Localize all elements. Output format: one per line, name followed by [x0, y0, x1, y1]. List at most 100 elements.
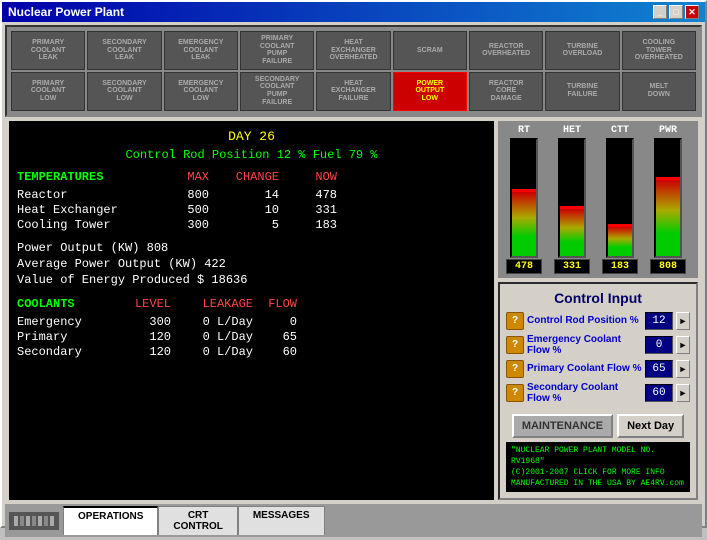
alert-btn-7[interactable]: TURBINE OVERLOAD: [545, 31, 619, 70]
alert-btn-10[interactable]: SECONDARY COOLANT LOW: [87, 72, 161, 111]
coolant-name-1: Primary: [17, 330, 127, 344]
control-label-2: Primary Coolant Flow %: [527, 363, 642, 374]
tab-btn-0[interactable]: OPERATIONS: [63, 506, 158, 535]
temp-change-2: 5: [217, 218, 287, 232]
col-flow-header: FLOW: [257, 297, 297, 313]
maximize-button[interactable]: □: [669, 5, 683, 19]
coolant-name-0: Emergency: [17, 315, 127, 329]
help-btn-1[interactable]: ?: [506, 336, 524, 354]
alert-btn-14[interactable]: POWER OUTPUT LOW: [393, 72, 467, 111]
control-row-0: ? Control Rod Position % ►: [506, 312, 690, 330]
coolant-leak-0: 0 L/Day: [177, 315, 257, 329]
footer-info: "NUCLEAR POWER PLANT MODEL NO. RV1968" (…: [506, 442, 690, 493]
control-input-1[interactable]: [645, 336, 673, 354]
coolant-row-2: Secondary 120 0 L/Day 60: [17, 345, 486, 359]
alert-btn-13[interactable]: HEAT EXCHANGER FAILURE: [316, 72, 390, 111]
help-btn-0[interactable]: ?: [506, 312, 524, 330]
gauge-bar-3: [654, 138, 682, 258]
footer-line3: MANUFACTURED IN THE USA BY AE4RV.com: [511, 478, 685, 489]
alert-btn-12[interactable]: SECONDARY COOLANT PUMP FAILURE: [240, 72, 314, 111]
temp-change-0: 14: [217, 188, 287, 202]
alert-btn-1[interactable]: SECONDARY COOLANT LEAK: [87, 31, 161, 70]
coolant-name-2: Secondary: [17, 345, 127, 359]
coolant-level-2: 120: [127, 345, 177, 359]
close-button[interactable]: ✕: [685, 5, 699, 19]
gauge-bar-2: [606, 138, 634, 258]
control-input-3[interactable]: [645, 384, 673, 402]
day-display: DAY 26: [17, 129, 486, 144]
title-bar: Nuclear Power Plant _ □ ✕: [2, 2, 705, 22]
control-arrow-3[interactable]: ►: [676, 384, 690, 402]
control-arrow-2[interactable]: ►: [676, 360, 690, 378]
gauge-label-2: CTT: [611, 125, 629, 136]
col-change-header: CHANGE: [217, 170, 287, 186]
action-buttons: MAINTENANCE Next Day: [506, 408, 690, 438]
window-controls: _ □ ✕: [653, 5, 699, 19]
alert-btn-2[interactable]: EMERGENCY COOLANT LEAK: [164, 31, 238, 70]
alert-btn-15[interactable]: REACTOR CORE DAMAGE: [469, 72, 543, 111]
temp-name-2: Cooling Tower: [17, 218, 157, 232]
gauge-col-pwr: PWR 808: [646, 125, 690, 274]
alert-btn-11[interactable]: EMERGENCY COOLANT LOW: [164, 72, 238, 111]
col-now-header: NOW: [287, 170, 337, 186]
temp-max-0: 800: [157, 188, 217, 202]
alert-btn-4[interactable]: HEAT EXCHANGER OVERHEATED: [316, 31, 390, 70]
alert-btn-8[interactable]: COOLING TOWER OVERHEATED: [622, 31, 696, 70]
control-input-2[interactable]: [645, 360, 673, 378]
coolant-level-0: 300: [127, 315, 177, 329]
footer-line1: "NUCLEAR POWER PLANT MODEL NO. RV1968": [511, 445, 685, 467]
maintenance-button[interactable]: MAINTENANCE: [512, 414, 613, 438]
gauge-label-0: RT: [518, 125, 530, 136]
minimize-button[interactable]: _: [653, 5, 667, 19]
col-leakage-header: LEAKAGE: [177, 297, 257, 313]
alert-btn-17[interactable]: MELT DOWN: [622, 72, 696, 111]
alert-grid: PRIMARY COOLANT LEAKSECONDARY COOLANT LE…: [5, 25, 702, 117]
col-max-header: MAX: [157, 170, 217, 186]
coolant-flow-2: 60: [257, 345, 297, 359]
alert-btn-3[interactable]: PRIMARY COOLANT PUMP FAILURE: [240, 31, 314, 70]
control-arrow-1[interactable]: ►: [676, 336, 690, 354]
gauge-col-het: HET 331: [550, 125, 594, 274]
info-panel: DAY 26 Control Rod Position 12 % Fuel 79…: [9, 121, 494, 501]
alert-btn-5[interactable]: SCRAM: [393, 31, 467, 70]
alert-btn-6[interactable]: REACTOR OVERHEATED: [469, 31, 543, 70]
coolant-leak-2: 0 L/Day: [177, 345, 257, 359]
tab-btn-1[interactable]: CRT CONTROL: [158, 506, 237, 535]
control-label-3: Secondary Coolant Flow %: [527, 382, 642, 404]
coolant-leak-1: 0 L/Day: [177, 330, 257, 344]
help-btn-3[interactable]: ?: [506, 384, 524, 402]
control-input-0[interactable]: [645, 312, 673, 330]
control-arrow-0[interactable]: ►: [676, 312, 690, 330]
gauge-label-3: PWR: [659, 125, 677, 136]
gauge-value-0: 478: [506, 259, 542, 274]
alert-btn-9[interactable]: PRIMARY COOLANT LOW: [11, 72, 85, 111]
temp-max-2: 300: [157, 218, 217, 232]
col-level-header: LEVEL: [127, 297, 177, 313]
temp-row-1: Heat Exchanger 500 10 331: [17, 203, 486, 217]
value-energy: Value of Energy Produced $ 18636: [17, 273, 486, 287]
power-output: Power Output (KW) 808: [17, 241, 486, 255]
gauges-section: RT 478 HET 331 CTT 183 PWR 808: [498, 121, 698, 278]
temps-header: TEMPERATURES: [17, 170, 157, 184]
control-row-3: ? Secondary Coolant Flow % ►: [506, 382, 690, 404]
coolant-flow-1: 65: [257, 330, 297, 344]
help-btn-2[interactable]: ?: [506, 360, 524, 378]
control-label-1: Emergency Coolant Flow %: [527, 334, 642, 356]
temp-max-1: 500: [157, 203, 217, 217]
alert-btn-16[interactable]: TURBINE FAILURE: [545, 72, 619, 111]
gauge-value-3: 808: [650, 259, 686, 274]
coolant-flow-0: 0: [257, 315, 297, 329]
gauge-bar-1: [558, 138, 586, 258]
temp-name-1: Heat Exchanger: [17, 203, 157, 217]
temp-now-0: 478: [287, 188, 337, 202]
gauge-value-2: 183: [602, 259, 638, 274]
alert-btn-0[interactable]: PRIMARY COOLANT LEAK: [11, 31, 85, 70]
temp-name-0: Reactor: [17, 188, 157, 202]
coolant-row-1: Primary 120 0 L/Day 65: [17, 330, 486, 344]
gauge-label-1: HET: [563, 125, 581, 136]
coolant-level-1: 120: [127, 330, 177, 344]
tab-btn-2[interactable]: MESSAGES: [238, 506, 325, 535]
rod-fuel-display: Control Rod Position 12 % Fuel 79 %: [17, 148, 486, 162]
control-panel: Control Input ? Control Rod Position % ►…: [498, 282, 698, 501]
next-day-button[interactable]: Next Day: [617, 414, 684, 438]
